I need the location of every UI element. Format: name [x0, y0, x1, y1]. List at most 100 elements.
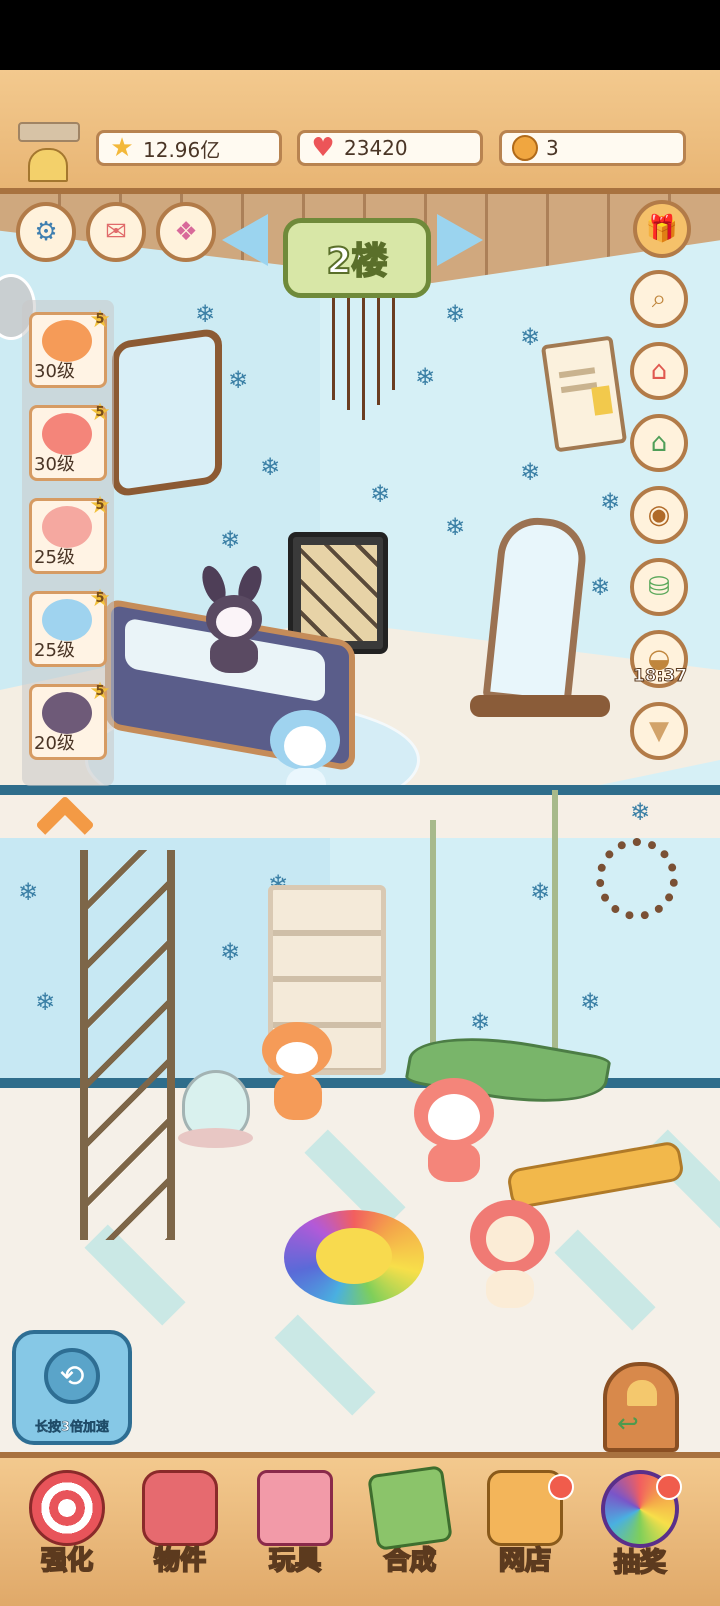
exit-door[interactable]: ↩ [603, 1362, 679, 1452]
winged-heart-icon: ♥ [311, 133, 335, 163]
menu-tab[interactable] [18, 122, 80, 142]
shop-notification-dot [548, 1474, 574, 1500]
house-icon: ⌂ [650, 356, 668, 386]
swing-rope-right [552, 790, 558, 1090]
pet-lion[interactable] [470, 1200, 552, 1310]
pet-avatar [42, 506, 92, 548]
star-badge: ★ 5 [89, 398, 111, 426]
gift-basket-icon: ⛁ [648, 572, 670, 602]
window-mirror[interactable] [112, 327, 222, 498]
cards-icon [367, 1465, 453, 1551]
snowflake-icon: ❄ [445, 300, 466, 328]
snowflake-icon: ❄ [520, 458, 541, 486]
magnifier-icon: ⌕ [651, 283, 667, 314]
pet-card[interactable]: ★ 5 30级 [29, 307, 111, 388]
mail-button[interactable]: ✉ [86, 202, 146, 262]
snowflake-icon: ❄ [18, 878, 39, 906]
piano-icon [142, 1470, 218, 1546]
snowflake-icon: ❄ [520, 323, 541, 351]
mirror-stand [470, 695, 610, 717]
stars-value: 12.96亿 [143, 137, 221, 162]
snowflake-icon: ❄ [220, 526, 241, 554]
snowflake-icon: ❄ [630, 798, 651, 826]
pet-pink-bird[interactable] [412, 1070, 497, 1185]
pet-level: 25级 [34, 640, 75, 661]
snowflake-icon: ❄ [580, 988, 601, 1016]
stars-counter: ★ 12.96亿 [96, 130, 282, 166]
pet-avatar [42, 320, 92, 362]
snowflake-icon: ❄ [415, 363, 436, 391]
snowflake-icon: ❄ [220, 938, 241, 966]
star-badge: ★ 5 [89, 584, 111, 612]
weather-icon[interactable] [28, 148, 68, 182]
snowflake-icon: ❄ [35, 988, 56, 1016]
star-badge: ★ 5 [89, 491, 111, 519]
pet-bunny-dark[interactable] [196, 562, 272, 675]
pet-level: 20级 [34, 733, 75, 754]
basket-button[interactable]: ⛁ [630, 558, 688, 616]
next-floor-arrow[interactable] [437, 214, 483, 266]
house-edit-icon: ⌂ [650, 428, 668, 458]
fishbowl-base [178, 1128, 253, 1148]
pet-level: 30级 [34, 454, 75, 475]
nav-merge[interactable]: 合成 [355, 1465, 465, 1590]
collection-book-button[interactable]: ❖ [156, 202, 216, 262]
lottery-notification-dot [656, 1474, 682, 1500]
snowflake-icon: ❄ [445, 513, 466, 541]
wreath[interactable] [596, 838, 678, 920]
nav-upgrade[interactable]: 强化 [12, 1470, 122, 1590]
settings-button[interactable]: ⚙ [16, 202, 76, 262]
prev-floor-arrow[interactable] [222, 214, 268, 266]
snowflake-icon: ❄ [470, 1008, 491, 1036]
envelope-icon: ✉ [105, 217, 127, 247]
lollipop-icon [29, 1470, 105, 1546]
book-icon: ❖ [174, 217, 198, 247]
floor-sign: 2楼 [283, 218, 431, 298]
grape-trellis[interactable] [80, 850, 175, 1240]
nav-toys[interactable]: 玩具 [240, 1470, 350, 1590]
snowflake-icon: ❄ [530, 878, 551, 906]
decor-button[interactable]: ⌂ [630, 414, 688, 472]
pet-avatar [42, 599, 92, 641]
pet-avatar [42, 692, 92, 734]
search-button[interactable]: ⌕ [630, 270, 688, 328]
floor-label: 2楼 [325, 240, 388, 283]
speed-up-label: 长按3倍加速 [34, 1420, 110, 1436]
pet-card[interactable]: ★ 5 30级 [29, 400, 111, 481]
pet-tiger[interactable] [258, 1022, 348, 1122]
pet-avatar [42, 413, 92, 455]
coins-counter: 3 [499, 130, 686, 166]
snowflake-icon: ❄ [228, 366, 249, 394]
snowflake-icon: ❄ [195, 300, 216, 328]
ice-cream-icon: ▼ [649, 716, 669, 746]
nav-items[interactable]: 物件 [125, 1470, 235, 1590]
pet-card[interactable]: ★ 5 25级 [29, 493, 111, 574]
hearts-counter: ♥ 23420 [297, 130, 483, 166]
hearts-value: 23420 [344, 136, 408, 160]
icecream-button[interactable]: ▼ [630, 702, 688, 760]
snowflake-icon: ❄ [370, 480, 391, 508]
toy-house-icon [257, 1470, 333, 1546]
food-timer: 18:37 [632, 666, 688, 687]
clock-icon: ⟲ [44, 1348, 100, 1404]
view-button[interactable]: ◉ [630, 486, 688, 544]
star-badge: ★ 5 [89, 305, 111, 333]
gift-button[interactable]: 🎁 [633, 200, 691, 258]
pet-card[interactable]: ★ 5 25级 [29, 586, 111, 667]
snowflake-icon: ❄ [260, 453, 281, 481]
wall-calendar[interactable] [540, 335, 628, 453]
coins-value: 3 [546, 136, 559, 160]
pet-level: 25级 [34, 547, 75, 568]
star-badge: ★ 5 [89, 677, 111, 705]
eye-icon: ◉ [647, 500, 671, 530]
scroll-up-button[interactable] [35, 795, 102, 855]
home-button[interactable]: ⌂ [630, 342, 688, 400]
pet-level: 30级 [34, 361, 75, 382]
star-icon: ★ [110, 133, 134, 163]
pet-card[interactable]: ★ 5 20级 [29, 679, 111, 760]
snowflake-icon: ❄ [600, 488, 621, 516]
snowflake-icon: ❄ [590, 573, 611, 601]
gift-box-icon: 🎁 [645, 214, 679, 244]
paw-coin-icon [508, 131, 542, 165]
flower-cushion[interactable] [284, 1210, 424, 1305]
